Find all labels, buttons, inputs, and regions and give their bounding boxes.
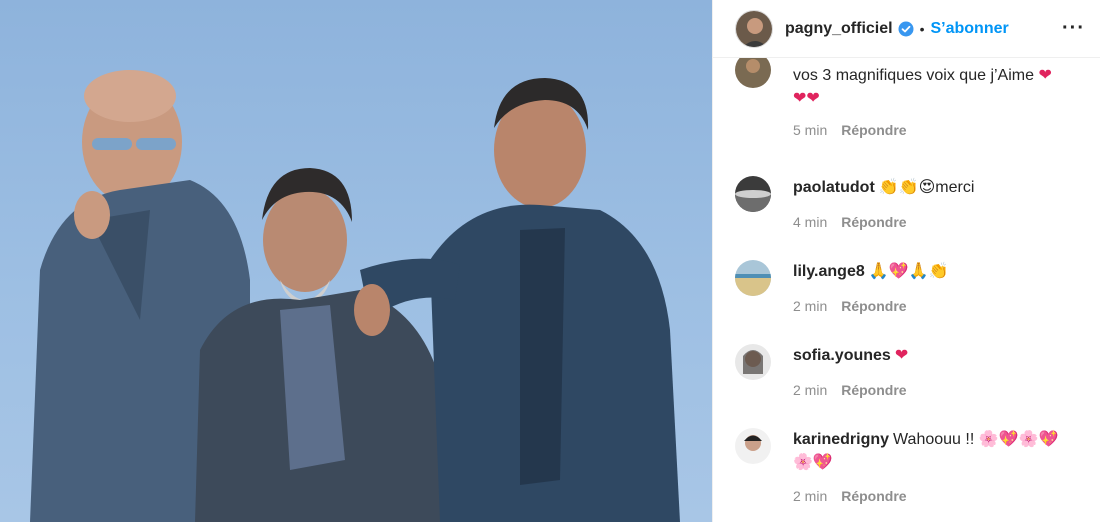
reply-button[interactable]: Répondre xyxy=(841,382,906,398)
comment-item: lily.ange8 🙏💖🙏👏 2 min Répondre xyxy=(735,260,1085,320)
comments-list[interactable]: vos 3 magnifiques voix que j’Aime ❤ ❤❤ 5… xyxy=(713,58,1100,522)
comment-meta: 2 min Répondre xyxy=(793,488,907,504)
post-header: pagny_officiel • S’abonner ··· xyxy=(713,0,1100,58)
comment-time: 2 min xyxy=(793,298,828,314)
commenter-avatar[interactable] xyxy=(735,58,771,88)
comment-message: Wahoouu !! xyxy=(893,431,975,448)
follow-button[interactable]: S’abonner xyxy=(930,20,1008,38)
comment-time: 4 min xyxy=(793,214,828,230)
comment-text: karinedrigny Wahoouu !! 🌸💖🌸💖 🌸💖 xyxy=(793,428,1083,474)
commenter-username[interactable]: karinedrigny xyxy=(793,431,889,448)
reply-button[interactable]: Répondre xyxy=(841,488,906,504)
commenter-avatar[interactable] xyxy=(735,344,771,380)
post-photo[interactable] xyxy=(0,0,712,522)
flower-heart-emoji: 🌸💖🌸💖 xyxy=(978,429,1059,448)
commenter-username[interactable]: paolatudot xyxy=(793,179,875,196)
comment-time: 5 min xyxy=(793,122,828,138)
author-avatar-image xyxy=(736,10,772,47)
post-sidebar: pagny_officiel • S’abonner ··· vos 3 mag… xyxy=(712,0,1100,522)
comment-text-line: vos 3 magnifiques voix que j’Aime xyxy=(793,67,1035,84)
comment-meta: 5 min Répondre xyxy=(793,122,907,138)
reply-button[interactable]: Répondre xyxy=(841,214,906,230)
commenter-username[interactable]: sofia.younes xyxy=(793,347,891,364)
comment-item: sofia.younes ❤ 2 min Répondre xyxy=(735,344,1085,404)
comment-item: paolatudot 👏👏😍merci 4 min Répondre xyxy=(735,176,1085,236)
comment-meta: 4 min Répondre xyxy=(793,214,907,230)
author-avatar[interactable] xyxy=(735,9,773,48)
comment-meta: 2 min Répondre xyxy=(793,382,907,398)
commenter-username[interactable]: lily.ange8 xyxy=(793,263,865,280)
author-username[interactable]: pagny_officiel xyxy=(785,20,893,38)
post-photo-illustration xyxy=(30,70,680,522)
heart-emoji: ❤ xyxy=(894,345,909,364)
comment-time: 2 min xyxy=(793,488,828,504)
separator-dot: • xyxy=(919,20,925,37)
comment-item: karinedrigny Wahoouu !! 🌸💖🌸💖 🌸💖 2 min Répo… xyxy=(735,428,1085,518)
reply-button[interactable]: Répondre xyxy=(841,298,906,314)
comment-text: vos 3 magnifiques voix que j’Aime ❤ ❤❤ xyxy=(793,64,1083,110)
pray-heart-clap-emoji: 🙏💖🙏👏 xyxy=(868,261,949,280)
comment-meta: 2 min Répondre xyxy=(793,298,907,314)
more-options-icon[interactable]: ··· xyxy=(1062,17,1085,40)
comment-time: 2 min xyxy=(793,382,828,398)
reply-button[interactable]: Répondre xyxy=(841,122,906,138)
flower-heart-emoji: 🌸💖 xyxy=(793,452,833,471)
verified-badge-icon xyxy=(898,21,914,37)
heart-emoji: ❤❤ xyxy=(793,88,820,107)
clap-heart-eyes-emoji: 👏👏😍 xyxy=(878,177,936,196)
comment-message: merci xyxy=(935,179,975,196)
comment-text: lily.ange8 🙏💖🙏👏 xyxy=(793,260,1083,283)
commenter-avatar[interactable] xyxy=(735,428,771,464)
comment-item: vos 3 magnifiques voix que j’Aime ❤ ❤❤ 5… xyxy=(735,58,1085,152)
commenter-avatar[interactable] xyxy=(735,260,771,296)
commenter-avatar[interactable] xyxy=(735,176,771,212)
comment-text: sofia.younes ❤ xyxy=(793,344,1083,367)
comment-text: paolatudot 👏👏😍merci xyxy=(793,176,1083,199)
heart-emoji: ❤ xyxy=(1038,65,1052,84)
